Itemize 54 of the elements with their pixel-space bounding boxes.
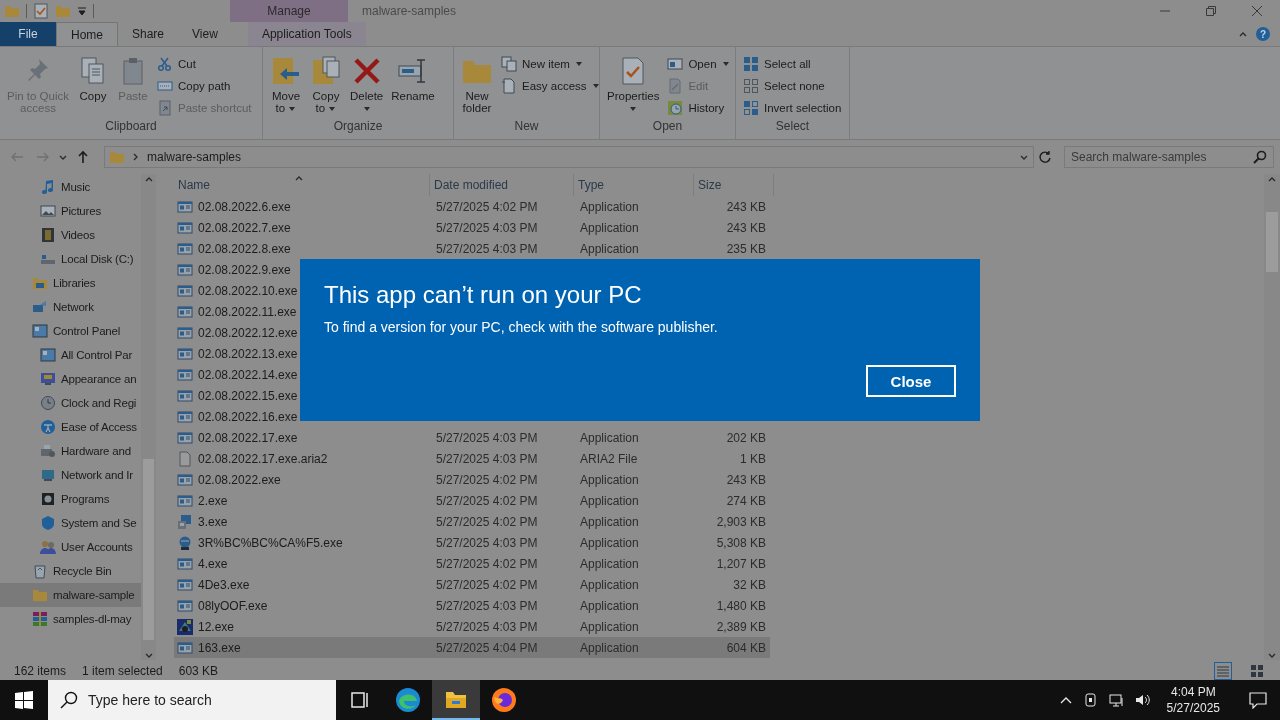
- date-cell-text: 5/27/2025 4:03 PM: [435, 535, 539, 550]
- date-cell-text: 5/27/2025 4:02 PM: [435, 493, 539, 508]
- size-cell-text: 2,389 KB: [715, 619, 767, 634]
- group-label: Select: [774, 119, 811, 135]
- date-cell-text: 5/27/2025 4:02 PM: [435, 199, 539, 214]
- group-label: Clipboard: [104, 119, 158, 135]
- type-cell-text: Application: [579, 535, 640, 550]
- type-cell-text: Application: [579, 199, 640, 214]
- group-label: Open: [651, 119, 684, 135]
- type-cell-text: Application: [579, 619, 640, 634]
- selection-info: 1 item selected: [82, 664, 163, 678]
- date-cell-text: 5/27/2025 4:04 PM: [435, 640, 539, 655]
- context-tab-header: Manage: [230, 0, 348, 22]
- type-cell-text: Application: [579, 514, 640, 529]
- size-cell-text: 604 KB: [725, 640, 767, 655]
- date-cell-text: 5/27/2025 4:02 PM: [435, 577, 539, 592]
- size-cell-text: 274 KB: [725, 493, 767, 508]
- type-cell-text: Application: [579, 598, 640, 613]
- date-cell-text: 5/27/2025 4:02 PM: [435, 472, 539, 487]
- dialog-message: To find a version for your PC, check with the software publisher.: [324, 319, 719, 335]
- size-cell-text: 235 KB: [725, 241, 767, 256]
- dialog-title: This app can’t run on your PC: [324, 281, 643, 309]
- size-cell-text: 243 KB: [725, 472, 767, 487]
- date-cell-text: 5/27/2025 4:02 PM: [435, 514, 539, 529]
- size-cell-text: 202 KB: [725, 430, 767, 445]
- selection-size: 603 KB: [178, 664, 219, 678]
- group-label: Organize: [332, 119, 384, 135]
- type-cell-text: ARIA2 File: [579, 451, 639, 466]
- date-cell-text: 5/27/2025 4:03 PM: [435, 430, 539, 445]
- type-cell-text: Application: [579, 493, 640, 508]
- type-cell-text: Application: [579, 430, 640, 445]
- size-cell-text: 32 KB: [732, 577, 767, 592]
- size-cell-text: 5,308 KB: [715, 535, 767, 550]
- size-cell-text: 243 KB: [725, 220, 767, 235]
- type-cell-text: Application: [579, 556, 640, 571]
- type-cell-text: Application: [579, 577, 640, 592]
- type-cell-text: Application: [579, 472, 640, 487]
- date-cell-text: 5/27/2025 4:03 PM: [435, 220, 539, 235]
- date-cell-text: 5/27/2025 4:02 PM: [435, 556, 539, 571]
- item-count: 162 items: [14, 664, 67, 678]
- size-cell-text: 1,480 KB: [715, 598, 767, 613]
- type-cell-text: Application: [579, 640, 640, 655]
- type-cell-text: Application: [579, 220, 640, 235]
- size-cell-text: 2,903 KB: [715, 514, 767, 529]
- date-cell-text: 5/27/2025 4:03 PM: [435, 619, 539, 634]
- date-cell-text: 5/27/2025 4:03 PM: [435, 451, 539, 466]
- group-label: New: [513, 119, 540, 135]
- size-cell-text: 1 KB: [739, 451, 767, 466]
- size-cell-text: 243 KB: [725, 199, 767, 214]
- type-cell-text: Application: [579, 241, 640, 256]
- date-cell-text: 5/27/2025 4:03 PM: [435, 241, 539, 256]
- window-title: malware-samples: [362, 4, 457, 18]
- date-cell-text: 5/27/2025 4:03 PM: [435, 598, 539, 613]
- size-cell-text: 1,207 KB: [715, 556, 767, 571]
